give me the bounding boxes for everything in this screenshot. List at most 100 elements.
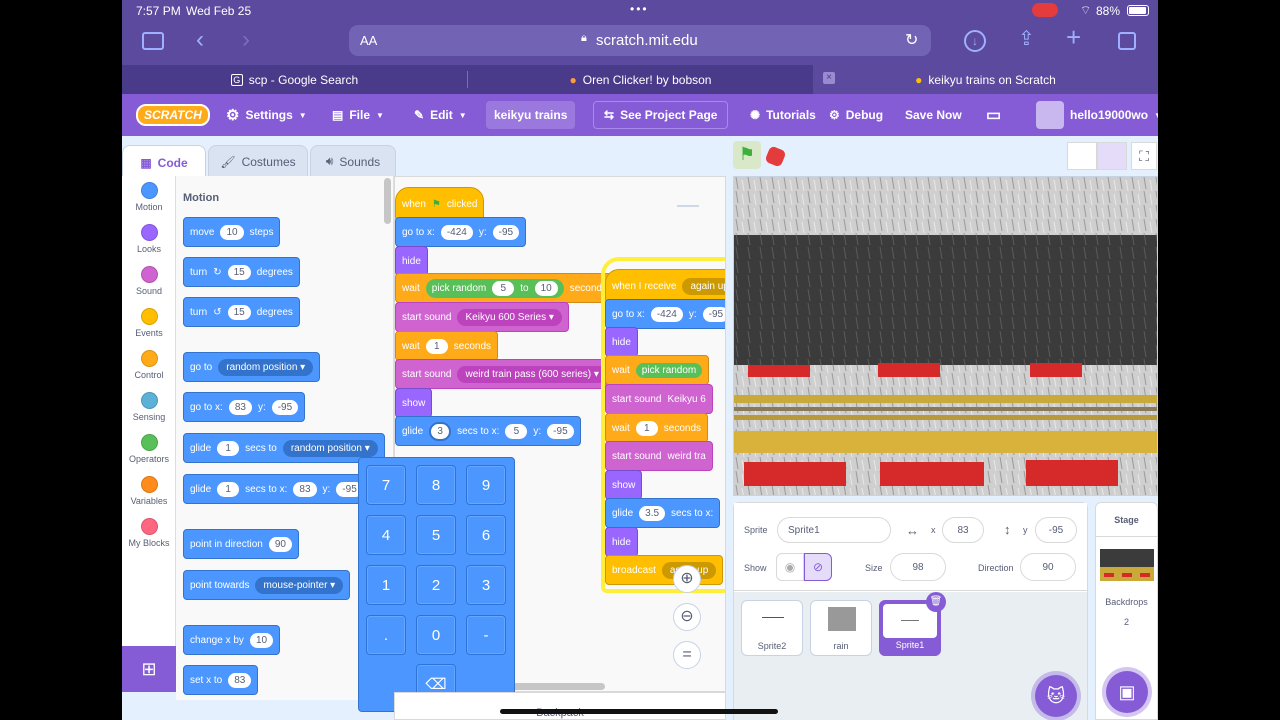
start-sound-block[interactable]: start sound weird train pass (600 series)…	[395, 359, 614, 389]
back-icon[interactable]: ‹	[196, 26, 204, 54]
account-menu[interactable]: hello19000wo ▼	[1036, 94, 1158, 136]
category-looks[interactable]: Looks	[122, 224, 176, 254]
choose-sprite-icon[interactable]: 🐱︎	[1035, 675, 1077, 717]
fullscreen-icon[interactable]: ⛶	[1131, 142, 1157, 170]
key-8[interactable]: 8	[416, 465, 456, 505]
forward-icon[interactable]: ›	[242, 26, 250, 54]
file-menu[interactable]: ▤ File ▼	[332, 94, 384, 136]
block-point-towards[interactable]: point towards mouse-pointer ▾	[183, 570, 351, 600]
category-sound[interactable]: Sound	[122, 266, 176, 296]
tab-keikyu-trains[interactable]: × ● keikyu trains on Scratch	[813, 65, 1158, 94]
tab-code[interactable]: ▦ Code	[122, 145, 206, 179]
category-control[interactable]: Control	[122, 350, 176, 380]
block-glide-to[interactable]: glide 1 secs to random position ▾	[183, 433, 385, 463]
scratch-logo[interactable]: SCRATCH	[136, 94, 210, 136]
key-5[interactable]: 5	[416, 515, 456, 555]
stage-selector[interactable]: Stage Backdrops 2 ▣	[1095, 502, 1158, 720]
zoom-reset-icon[interactable]: =	[673, 641, 701, 669]
block-go-to[interactable]: go to random position ▾	[183, 352, 321, 382]
x-input[interactable]: 83	[942, 517, 984, 543]
zoom-out-icon[interactable]: ⊖	[673, 603, 701, 631]
multitask-dots-icon[interactable]: •••	[630, 2, 649, 16]
save-now-button[interactable]: Save Now	[905, 94, 962, 136]
block-turn-right[interactable]: turn ↻ 15 degrees	[183, 257, 300, 287]
tab-google-search[interactable]: G scp - Google Search	[122, 65, 467, 94]
when-i-receive-block[interactable]: when I receive again up	[605, 269, 725, 303]
text-size-button[interactable]: AA	[360, 33, 377, 48]
sprite-tile[interactable]: Sprite2	[741, 600, 803, 656]
hide-block[interactable]: hide	[395, 246, 428, 276]
project-title-field[interactable]: keikyu trains	[486, 101, 576, 129]
glide-block[interactable]: glide 3 secs to x: 5 y: -95	[395, 416, 581, 446]
edit-menu[interactable]: ✎ Edit ▼	[414, 94, 467, 136]
block-glide-to-xy[interactable]: glide 1 secs to x: 83 y: -95	[183, 474, 370, 504]
category-events[interactable]: Events	[122, 308, 176, 338]
size-input[interactable]: 98	[890, 553, 946, 581]
start-sound-block[interactable]: start sound weird tra	[605, 441, 713, 471]
backpack[interactable]: Backpack	[394, 692, 726, 720]
downloads-icon[interactable]: ↓	[964, 30, 986, 52]
key-2[interactable]: 2	[416, 565, 456, 605]
glide-block[interactable]: glide 3.5 secs to x:	[605, 498, 721, 528]
broadcast-block[interactable]: broadcastagain up	[605, 555, 724, 585]
tutorials-button[interactable]: ✺ Tutorials	[750, 94, 816, 136]
category-sensing[interactable]: Sensing	[122, 392, 176, 422]
key-7[interactable]: 7	[366, 465, 406, 505]
block-move[interactable]: move 10 steps	[183, 217, 281, 247]
go-to-xy-block[interactable]: go to x: -424 y: -95	[605, 299, 725, 329]
large-stage-button[interactable]	[1097, 142, 1127, 170]
hide-block[interactable]: hide	[605, 327, 638, 357]
sidebar-icon[interactable]	[142, 32, 164, 50]
show-block[interactable]: show	[605, 470, 643, 500]
share-icon[interactable]: ⇪	[1018, 26, 1035, 51]
my-stuff-folder-icon[interactable]: ▭	[986, 94, 1001, 136]
hide-eye-icon[interactable]: ⊘	[804, 553, 832, 581]
see-project-page-button[interactable]: ⇆ See Project Page	[593, 101, 729, 129]
category-variables[interactable]: Variables	[122, 476, 176, 506]
y-input[interactable]: -95	[1035, 517, 1077, 543]
stage-canvas[interactable]	[733, 176, 1158, 496]
key-minus[interactable]: -	[466, 615, 506, 655]
when-flag-clicked-block[interactable]: when ⚑ clicked	[395, 187, 485, 221]
category-my-blocks[interactable]: My Blocks	[122, 518, 176, 548]
hide-block[interactable]: hide	[605, 527, 638, 557]
settings-menu[interactable]: ⚙ Settings ▼	[226, 94, 307, 136]
direction-input[interactable]: 90	[1020, 553, 1076, 581]
debug-button[interactable]: ⚙ Debug	[829, 94, 883, 136]
category-operators[interactable]: Operators	[122, 434, 176, 464]
key-9[interactable]: 9	[466, 465, 506, 505]
stop-icon[interactable]	[764, 145, 787, 168]
category-motion[interactable]: Motion	[122, 182, 176, 212]
new-tab-icon[interactable]: +	[1066, 22, 1081, 53]
go-to-xy-block[interactable]: go to x: -424 y: -95	[395, 217, 527, 247]
key-decimal[interactable]: .	[366, 615, 406, 655]
key-3[interactable]: 3	[466, 565, 506, 605]
block-point-direction[interactable]: point in direction 90	[183, 529, 299, 559]
sprite-tile[interactable]: rain	[810, 600, 872, 656]
delete-sprite-icon[interactable]: 🗑︎	[926, 592, 946, 612]
show-eye-icon[interactable]: ◉	[776, 553, 804, 581]
sprite-name-input[interactable]: Sprite1	[777, 517, 891, 543]
tab-oren-clicker[interactable]: ● Oren Clicker! by bobson	[468, 65, 813, 94]
show-block[interactable]: show	[395, 388, 433, 418]
start-sound-block[interactable]: start sound Keikyu 600 Series ▾	[395, 302, 569, 332]
key-1[interactable]: 1	[366, 565, 406, 605]
extensions-button[interactable]: ⊞	[122, 646, 176, 692]
tabs-overview-icon[interactable]	[1118, 32, 1136, 50]
key-4[interactable]: 4	[366, 515, 406, 555]
close-tab-icon[interactable]: ×	[823, 72, 835, 84]
tab-sounds[interactable]: 🔊︎ Sounds	[310, 145, 396, 177]
palette-scrollbar[interactable]	[384, 178, 391, 224]
block-change-x[interactable]: change x by 10	[183, 625, 281, 655]
start-sound-block[interactable]: start sound Keikyu 6	[605, 384, 713, 414]
key-0[interactable]: 0	[416, 615, 456, 655]
block-turn-left[interactable]: turn ↺ 15 degrees	[183, 297, 300, 327]
reload-icon[interactable]: ↻	[905, 30, 918, 50]
green-flag-icon[interactable]: ⚑	[733, 141, 761, 169]
zoom-in-icon[interactable]: ⊕	[673, 565, 701, 593]
wait-random-block[interactable]: wait pick random	[605, 355, 710, 385]
home-indicator[interactable]	[500, 709, 778, 714]
block-set-x[interactable]: set x to 83	[183, 665, 259, 695]
wait-block[interactable]: wait 1 seconds	[395, 331, 499, 361]
tab-costumes[interactable]: 🖌︎ Costumes	[208, 145, 308, 177]
